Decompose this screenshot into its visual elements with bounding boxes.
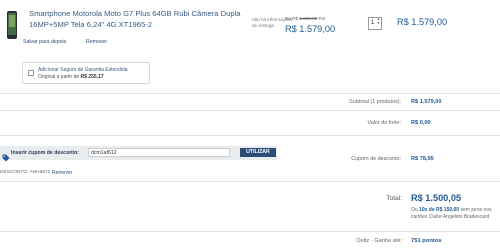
points-label: Ooltz - Ganhe até: bbox=[356, 238, 402, 244]
divider bbox=[0, 93, 500, 94]
apply-coupon-button[interactable]: UTILIZAR bbox=[240, 148, 276, 157]
unit-price: R$ 1.579,00 bbox=[285, 24, 336, 34]
tag-icon bbox=[2, 149, 10, 162]
installment-info: Ou 10x de R$ 150,00 sem juros nos cartõe… bbox=[411, 207, 497, 221]
remove-product-link[interactable]: Remover bbox=[86, 39, 107, 45]
applied-coupon-code: DESCONTO: ANH5872 bbox=[0, 170, 51, 175]
divider bbox=[0, 110, 500, 111]
product-name-link[interactable]: Smartphone Motorola Moto G7 Plus 64GB Ru… bbox=[29, 9, 244, 30]
quantity-value: 1 bbox=[371, 20, 375, 26]
old-price-prefix: De R$ bbox=[285, 16, 299, 21]
warranty-price-prefix: Original a partir de bbox=[38, 74, 80, 80]
quantity-select[interactable]: 1 ▲ ▼ bbox=[368, 17, 382, 30]
points-value: 751 pontos bbox=[411, 238, 442, 244]
subtotal-label: Subtotal (1 produtos): bbox=[349, 99, 401, 105]
extended-warranty-box[interactable]: Adicionar Seguro de Garantia Estendida O… bbox=[22, 62, 150, 84]
coupon-discount-label: Cupom de desconto: bbox=[351, 156, 401, 162]
coupon-label: Inserir cupom de desconto: bbox=[11, 150, 80, 156]
old-price: 1.899,00 bbox=[299, 16, 318, 21]
divider bbox=[0, 135, 500, 136]
old-price-suffix: Por bbox=[318, 16, 326, 21]
coupon-discount-value: R$ 78,95 bbox=[411, 156, 434, 162]
coupon-bar: Inserir cupom de desconto: UTILIZAR bbox=[0, 146, 277, 162]
shipping-label: Valor do frete: bbox=[367, 120, 401, 126]
warranty-title: Adicionar Seguro de Garantia Estendida bbox=[38, 67, 128, 73]
subtotal-value: R$ 1.579,00 bbox=[411, 99, 442, 105]
remove-coupon-link[interactable]: Remover bbox=[52, 170, 72, 176]
total-label: Total: bbox=[386, 195, 402, 202]
warranty-price: R$ 255,17 bbox=[80, 74, 104, 80]
quantity-arrows-icon[interactable]: ▲ ▼ bbox=[377, 17, 380, 25]
installment-prefix: Ou bbox=[411, 207, 418, 213]
warranty-price-line: Original a partir de R$ 255,17 bbox=[38, 74, 104, 80]
divider bbox=[0, 181, 500, 182]
warranty-checkbox[interactable] bbox=[28, 70, 34, 76]
divider bbox=[0, 231, 500, 232]
coupon-input[interactable] bbox=[88, 148, 230, 157]
shipping-value: R$ 0,00 bbox=[411, 120, 431, 126]
installment-value: 10x de R$ 150,00 bbox=[419, 207, 460, 213]
save-for-later-link[interactable]: Salvar para depois bbox=[23, 39, 66, 45]
total-value: R$ 1.500,05 bbox=[411, 193, 462, 203]
row-total-price: R$ 1.579,00 bbox=[397, 17, 448, 27]
product-thumbnail[interactable] bbox=[4, 10, 20, 40]
old-price-label: De R$ 1.899,00 Por bbox=[285, 16, 326, 21]
